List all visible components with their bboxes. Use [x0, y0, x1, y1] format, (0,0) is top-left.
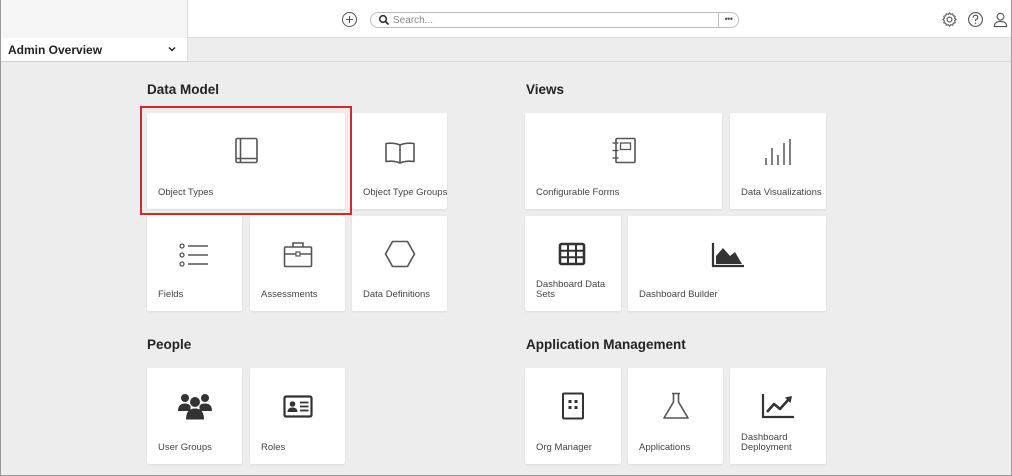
trend-chart-icon — [761, 394, 794, 419]
tile-dashboard-deployment[interactable]: Dashboard Deployment — [730, 368, 826, 464]
id-card-icon — [283, 395, 313, 418]
section-title-application-management: Application Management — [526, 337, 686, 352]
divider — [188, 61, 1011, 62]
list-icon — [179, 243, 208, 267]
gear-icon[interactable] — [941, 11, 958, 28]
add-circle-icon[interactable] — [342, 12, 357, 27]
tile-org-manager[interactable]: Org Manager — [525, 368, 621, 464]
tile-dashboard-builder[interactable]: Dashboard Builder — [628, 216, 826, 311]
tile-label: Dashboard Data Sets — [536, 279, 606, 300]
tile-label: Configurable Forms — [536, 187, 620, 198]
tile-label: Dashboard Deployment — [741, 432, 792, 453]
search-input[interactable] — [393, 14, 693, 26]
section-title-people: People — [147, 337, 192, 352]
help-icon[interactable] — [967, 11, 984, 28]
top-bar-left-cell — [1, 0, 188, 38]
form-notebook-icon — [612, 137, 636, 164]
tile-label: Roles — [261, 442, 286, 453]
top-bar: ••• — [1, 0, 1011, 38]
tile-configurable-forms[interactable]: Configurable Forms — [525, 113, 722, 209]
tile-label: User Groups — [158, 442, 212, 453]
tile-dashboard-data-sets[interactable]: Dashboard Data Sets — [525, 216, 621, 311]
user-icon[interactable] — [992, 11, 1009, 28]
tile-object-type-groups[interactable]: Object Type Groups — [352, 113, 447, 209]
search-icon — [378, 14, 390, 26]
briefcase-icon — [283, 242, 313, 268]
tile-label: Object Types — [158, 187, 214, 198]
tile-applications[interactable]: Applications — [628, 368, 723, 464]
tile-label: Fields — [158, 289, 184, 300]
open-book-icon — [385, 142, 415, 164]
tile-user-groups[interactable]: User Groups — [147, 368, 242, 464]
tile-label: Data Definitions — [363, 289, 431, 300]
tile-data-visualizations[interactable]: Data Visualizations — [730, 113, 826, 209]
hexagon-icon — [384, 240, 416, 268]
tile-label: Assessments — [261, 289, 318, 300]
tile-label: Applications — [639, 442, 691, 453]
bar-chart-icon — [765, 139, 791, 165]
chevron-down-icon[interactable] — [167, 44, 177, 54]
tile-object-types[interactable]: Object Types — [147, 113, 345, 209]
search-box[interactable]: ••• — [370, 12, 739, 28]
users-group-icon — [178, 394, 212, 420]
tile-data-definitions[interactable]: Data Definitions — [352, 216, 447, 311]
book-icon — [235, 137, 258, 164]
app-frame: ••• Admin Overview Data Model Views Peop… — [0, 0, 1012, 476]
flask-icon — [663, 392, 689, 419]
more-icon[interactable]: ••• — [718, 12, 738, 28]
tile-assessments[interactable]: Assessments — [250, 216, 345, 311]
table-grid-icon — [558, 242, 586, 266]
tile-label: Org Manager — [536, 442, 592, 453]
section-title-data-model: Data Model — [147, 82, 220, 97]
tile-label: Object Type Groups — [363, 187, 448, 198]
overview-selector[interactable]: Admin Overview — [1, 38, 188, 62]
building-icon — [562, 392, 584, 420]
tile-roles[interactable]: Roles — [250, 368, 345, 464]
section-title-views: Views — [526, 82, 565, 97]
page-title: Admin Overview — [8, 43, 103, 57]
tile-fields[interactable]: Fields — [147, 216, 242, 311]
area-chart-icon — [711, 243, 744, 268]
tile-label: Data Visualizations — [741, 187, 822, 198]
tile-label: Dashboard Builder — [639, 289, 718, 300]
